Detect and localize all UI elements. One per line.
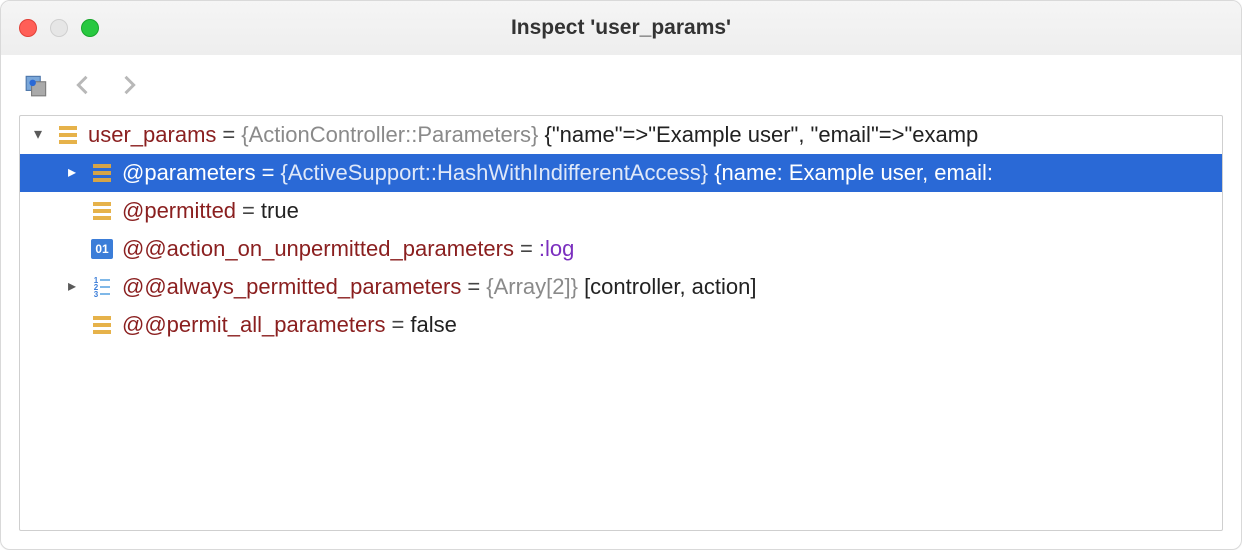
- chevron-down-icon[interactable]: ▾: [28, 116, 48, 154]
- history-forward-button[interactable]: [115, 71, 143, 99]
- tree-row-always-permitted[interactable]: ▸ 1 2 3 @@always_permitted_parameters = …: [20, 268, 1222, 306]
- var-name: @@action_on_unpermitted_parameters: [122, 230, 514, 268]
- tree-row-action-on-unpermitted[interactable]: 01 @@action_on_unpermitted_parameters = …: [20, 230, 1222, 268]
- hash-icon: [90, 200, 114, 222]
- var-preview: [controller, action]: [578, 268, 757, 306]
- var-type: {Array[2]}: [486, 268, 578, 306]
- inspector-toolbar: [1, 55, 1241, 115]
- var-type: {ActionController::Parameters}: [241, 116, 538, 154]
- titlebar[interactable]: Inspect 'user_params': [1, 1, 1241, 55]
- tree-row-permit-all[interactable]: @@permit_all_parameters = false: [20, 306, 1222, 344]
- traffic-lights: [19, 19, 99, 37]
- chevron-right-icon[interactable]: ▸: [62, 154, 82, 192]
- history-back-button[interactable]: [69, 71, 97, 99]
- hash-icon: [90, 314, 114, 336]
- hash-icon: [90, 162, 114, 184]
- var-type: {ActiveSupport::HashWithIndifferentAcces…: [280, 154, 708, 192]
- var-preview: {"name"=>"Example user", "email"=>"examp: [538, 116, 978, 154]
- tree-row-permitted[interactable]: @permitted = true: [20, 192, 1222, 230]
- var-name: @@always_permitted_parameters: [122, 268, 461, 306]
- tree-row-root[interactable]: ▾ user_params = {ActionController::Param…: [20, 116, 1222, 154]
- int-icon: 01: [90, 238, 114, 260]
- close-window-button[interactable]: [19, 19, 37, 37]
- var-name: user_params: [88, 116, 216, 154]
- var-value: true: [261, 192, 299, 230]
- variables-tree[interactable]: ▾ user_params = {ActionController::Param…: [19, 115, 1223, 531]
- var-preview: {name: Example user, email:: [708, 154, 993, 192]
- inspector-window: Inspect 'user_params' ▾ user_params = {A…: [0, 0, 1242, 550]
- hash-icon: [56, 124, 80, 146]
- var-name: @parameters: [122, 154, 256, 192]
- var-name: @permitted: [122, 192, 236, 230]
- var-symbol: :log: [539, 230, 574, 268]
- var-name: @@permit_all_parameters: [122, 306, 386, 344]
- array-icon: 1 2 3: [90, 276, 114, 298]
- tree-row-parameters[interactable]: ▸ @parameters = {ActiveSupport::HashWith…: [20, 154, 1222, 192]
- var-value: false: [410, 306, 456, 344]
- maximize-window-button[interactable]: [81, 19, 99, 37]
- chevron-right-icon[interactable]: ▸: [62, 268, 82, 306]
- minimize-window-button[interactable]: [50, 19, 68, 37]
- window-title: Inspect 'user_params': [1, 16, 1241, 40]
- stack-frame-button[interactable]: [23, 71, 51, 99]
